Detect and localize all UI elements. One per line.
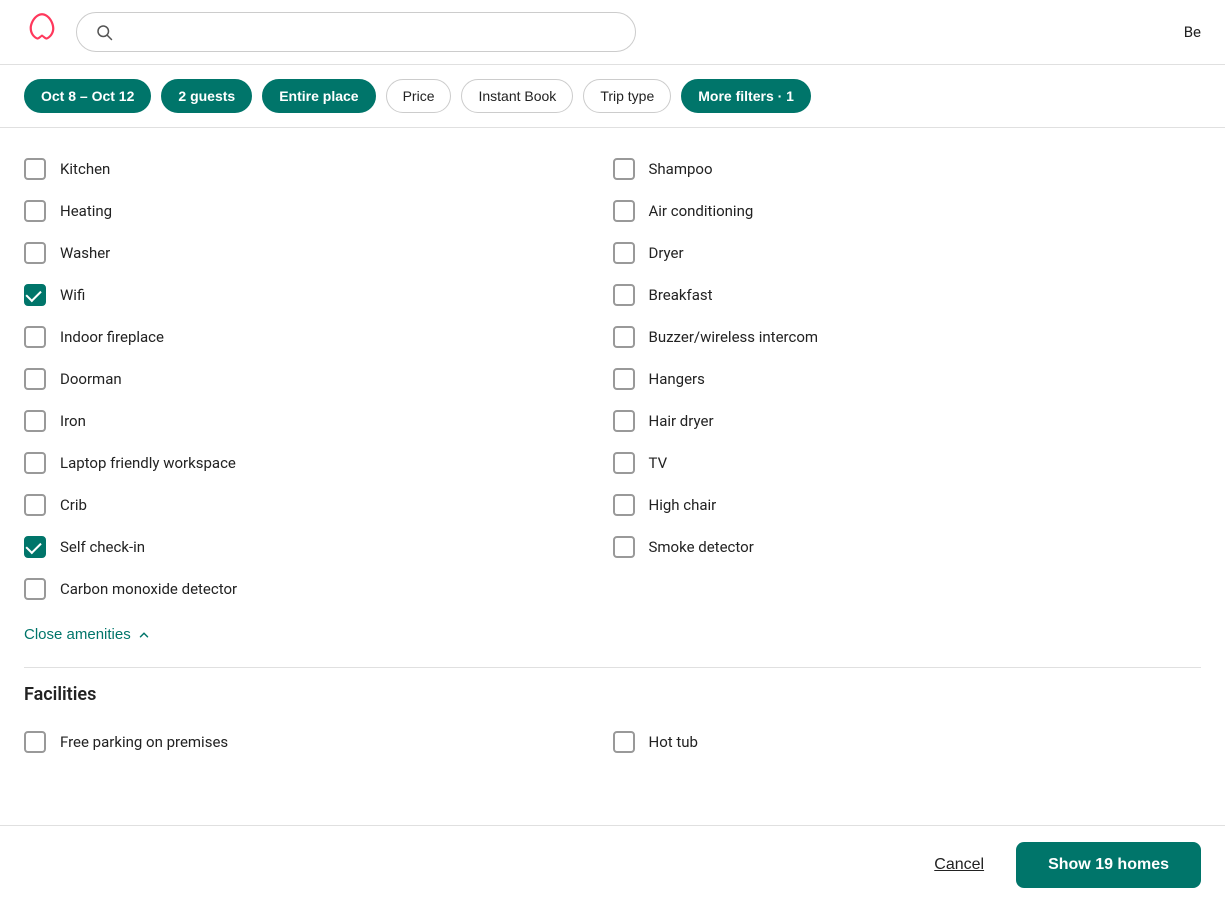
amenity-item: Hair dryer — [613, 400, 1202, 442]
amenity-item: Washer — [24, 232, 613, 274]
amenity-label-hangers: Hangers — [649, 370, 705, 388]
amenity-item: TV — [613, 442, 1202, 484]
place-type-filter[interactable]: Entire place — [262, 79, 375, 113]
amenity-item: Air conditioning — [613, 190, 1202, 232]
amenity-label-crib: Crib — [60, 496, 87, 514]
checkbox-kitchen[interactable] — [24, 158, 46, 180]
divider-1 — [24, 667, 1201, 668]
amenity-label-hair-dryer: Hair dryer — [649, 412, 714, 430]
amenity-label-washer: Washer — [60, 244, 110, 262]
airbnb-logo[interactable] — [24, 12, 60, 52]
facilities-section: Facilities Free parking on premises Hot t… — [24, 684, 1201, 763]
amenities-grid: Kitchen Shampoo Heating Air conditioning Was… — [24, 148, 1201, 610]
amenity-item: Dryer — [613, 232, 1202, 274]
amenity-item: High chair — [613, 484, 1202, 526]
amenity-label-air-conditioning: Air conditioning — [649, 202, 754, 220]
amenity-item: Crib — [24, 484, 613, 526]
amenity-item: Free parking on premises — [24, 721, 613, 763]
amenity-item: Smoke detector — [613, 526, 1202, 568]
amenity-item: Buzzer/wireless intercom — [613, 316, 1202, 358]
checkbox-laptop-workspace[interactable] — [24, 452, 46, 474]
amenity-label-smoke-detector: Smoke detector — [649, 538, 754, 556]
amenity-item: Kitchen — [24, 148, 613, 190]
header-user: Be — [1184, 23, 1201, 41]
checkbox-hangers[interactable] — [613, 368, 635, 390]
checkbox-smoke-detector[interactable] — [613, 536, 635, 558]
amenity-item: Laptop friendly workspace — [24, 442, 613, 484]
facilities-title: Facilities — [24, 684, 1201, 705]
amenity-item: Shampoo — [613, 148, 1202, 190]
amenity-label-iron: Iron — [60, 412, 86, 430]
amenity-label-free-parking: Free parking on premises — [60, 733, 228, 751]
header: Kraków, Poland · Homes Be — [0, 0, 1225, 65]
amenity-item: Carbon monoxide detector — [24, 568, 613, 610]
amenity-item: Self check-in — [24, 526, 613, 568]
amenity-label-kitchen: Kitchen — [60, 160, 110, 178]
amenity-item: Indoor fireplace — [24, 316, 613, 358]
amenity-item: Breakfast — [613, 274, 1202, 316]
main-content: Kitchen Shampoo Heating Air conditioning Was… — [0, 128, 1225, 817]
amenity-item: Hangers — [613, 358, 1202, 400]
show-homes-button[interactable]: Show 19 homes — [1016, 842, 1201, 888]
cancel-button[interactable]: Cancel — [918, 844, 1000, 886]
checkbox-self-check-in[interactable] — [24, 536, 46, 558]
checkbox-dryer[interactable] — [613, 242, 635, 264]
guests-filter[interactable]: 2 guests — [161, 79, 252, 113]
close-amenities-label: Close amenities — [24, 626, 131, 643]
checkbox-wifi[interactable] — [24, 284, 46, 306]
checkbox-high-chair[interactable] — [613, 494, 635, 516]
search-input[interactable]: Kraków, Poland · Homes — [123, 24, 617, 41]
checkbox-buzzer[interactable] — [613, 326, 635, 348]
checkbox-washer[interactable] — [24, 242, 46, 264]
amenity-label-carbon-monoxide: Carbon monoxide detector — [60, 580, 237, 598]
amenity-label-breakfast: Breakfast — [649, 286, 713, 304]
amenity-label-heating: Heating — [60, 202, 112, 220]
checkbox-indoor-fireplace[interactable] — [24, 326, 46, 348]
checkbox-tv[interactable] — [613, 452, 635, 474]
amenity-label-dryer: Dryer — [649, 244, 684, 262]
amenity-label-self-check-in: Self check-in — [60, 538, 145, 556]
amenity-label-laptop-workspace: Laptop friendly workspace — [60, 454, 236, 472]
facilities-grid: Free parking on premises Hot tub — [24, 721, 1201, 763]
amenity-label-high-chair: High chair — [649, 496, 717, 514]
more-filters-button[interactable]: More filters · 1 — [681, 79, 811, 113]
checkbox-air-conditioning[interactable] — [613, 200, 635, 222]
trip-type-filter[interactable]: Trip type — [583, 79, 671, 113]
checkbox-breakfast[interactable] — [613, 284, 635, 306]
amenity-item: Doorman — [24, 358, 613, 400]
checkbox-hair-dryer[interactable] — [613, 410, 635, 432]
search-bar[interactable]: Kraków, Poland · Homes — [76, 12, 636, 52]
search-icon — [95, 23, 113, 41]
checkbox-shampoo[interactable] — [613, 158, 635, 180]
checkbox-heating[interactable] — [24, 200, 46, 222]
amenity-label-wifi: Wifi — [60, 286, 85, 304]
checkbox-carbon-monoxide[interactable] — [24, 578, 46, 600]
amenity-label-buzzer: Buzzer/wireless intercom — [649, 328, 819, 346]
amenity-item: Hot tub — [613, 721, 1202, 763]
amenity-item: Wifi — [24, 274, 613, 316]
checkbox-hot-tub[interactable] — [613, 731, 635, 753]
amenity-item: Heating — [24, 190, 613, 232]
amenity-label-shampoo: Shampoo — [649, 160, 713, 178]
instant-book-filter[interactable]: Instant Book — [461, 79, 573, 113]
checkbox-iron[interactable] — [24, 410, 46, 432]
amenity-label-indoor-fireplace: Indoor fireplace — [60, 328, 164, 346]
amenity-item: Iron — [24, 400, 613, 442]
checkbox-doorman[interactable] — [24, 368, 46, 390]
date-range-filter[interactable]: Oct 8 – Oct 12 — [24, 79, 151, 113]
filter-bar: Oct 8 – Oct 12 2 guests Entire place Pri… — [0, 65, 1225, 128]
footer: Cancel Show 19 homes — [0, 825, 1225, 904]
checkbox-free-parking[interactable] — [24, 731, 46, 753]
close-amenities-button[interactable]: Close amenities — [24, 610, 151, 651]
chevron-up-icon — [137, 628, 151, 642]
price-filter[interactable]: Price — [386, 79, 452, 113]
amenity-label-doorman: Doorman — [60, 370, 122, 388]
amenity-label-tv: TV — [649, 454, 668, 472]
amenity-label-hot-tub: Hot tub — [649, 733, 698, 751]
checkbox-crib[interactable] — [24, 494, 46, 516]
